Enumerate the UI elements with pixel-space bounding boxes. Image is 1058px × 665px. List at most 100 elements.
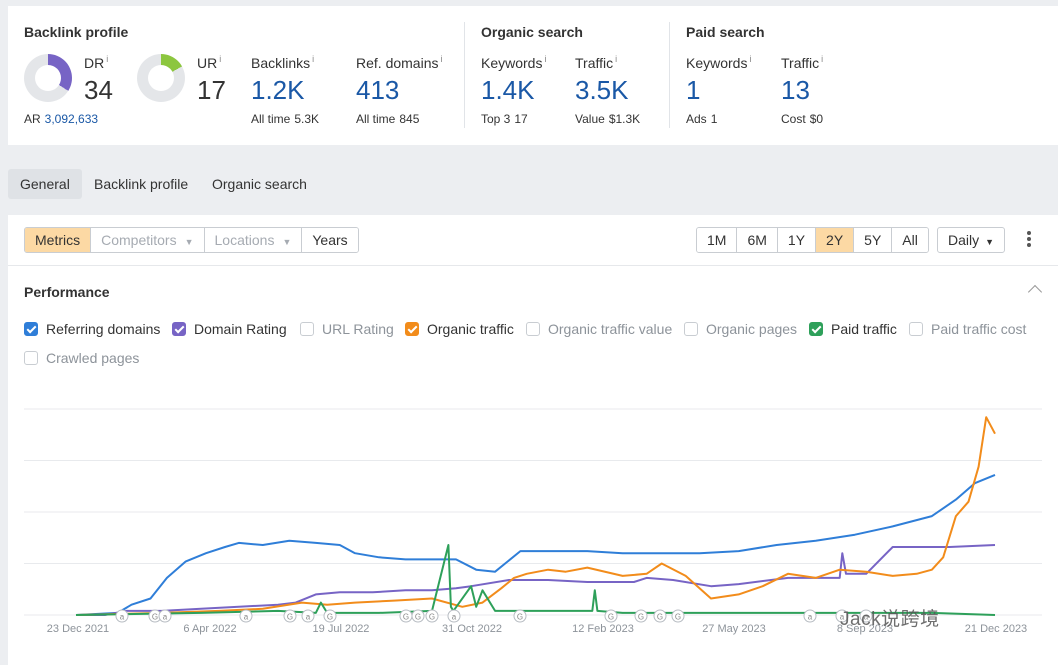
ur-donut-chart bbox=[137, 54, 185, 102]
range-button-1y[interactable]: 1Y bbox=[777, 228, 817, 252]
dr-donut-chart bbox=[24, 54, 72, 102]
checkbox-paid-traffic[interactable]: Paid traffic bbox=[809, 320, 897, 338]
info-icon[interactable]: i bbox=[749, 54, 751, 64]
range-button-6m[interactable]: 6M bbox=[737, 228, 778, 252]
divider bbox=[464, 22, 465, 128]
dr-value: 34 bbox=[84, 75, 113, 105]
info-icon[interactable]: i bbox=[312, 54, 314, 64]
annotation-marker-label: G bbox=[327, 613, 333, 622]
annotation-marker-label: G bbox=[608, 613, 614, 622]
ar-rank: AR 3,092,633 bbox=[24, 112, 99, 126]
performance-title: Performance bbox=[24, 284, 110, 300]
organic-search-title: Organic search bbox=[481, 24, 583, 40]
checkbox-organic-traffic-value[interactable]: Organic traffic value bbox=[526, 320, 672, 338]
years-button[interactable]: Years bbox=[302, 228, 358, 252]
organic-traffic-value-sub: Value $1.3K bbox=[575, 112, 641, 126]
checkbox-label: Domain Rating bbox=[194, 321, 287, 337]
info-icon[interactable]: i bbox=[544, 54, 546, 64]
checkbox-label: Organic pages bbox=[706, 321, 798, 337]
annotation-marker-label: G bbox=[517, 613, 523, 622]
info-icon[interactable]: i bbox=[219, 54, 221, 64]
annotation-marker-label: G bbox=[638, 613, 644, 622]
checkbox-empty-icon bbox=[526, 322, 540, 336]
checkbox-empty-icon bbox=[684, 322, 698, 336]
performance-panel: Metrics Competitors ▼ Locations ▼ Years 1M… bbox=[8, 215, 1058, 665]
caret-down-icon: ▼ bbox=[985, 237, 995, 247]
checkbox-empty-icon bbox=[24, 351, 38, 365]
info-icon[interactable]: i bbox=[106, 54, 108, 64]
paid-keywords-value[interactable]: 1 bbox=[686, 76, 700, 104]
range-button-all[interactable]: All bbox=[892, 228, 928, 252]
annotation-marker-label: G bbox=[429, 613, 435, 622]
annotation-marker-label: G bbox=[675, 613, 681, 622]
backlinks-label[interactable]: Backlinks i bbox=[251, 54, 314, 71]
annotation-marker-label: G bbox=[287, 613, 293, 622]
paid-search-title: Paid search bbox=[686, 24, 765, 40]
checkbox-empty-icon bbox=[909, 322, 923, 336]
checkbox-label: Paid traffic cost bbox=[931, 321, 1027, 337]
organic-keywords-value[interactable]: 1.4K bbox=[481, 76, 535, 104]
annotation-marker-label: G bbox=[403, 613, 409, 622]
paid-keywords-label[interactable]: Keywords i bbox=[686, 54, 751, 71]
x-tick-label: 19 Jul 2022 bbox=[313, 623, 370, 635]
series-line-organic-traffic bbox=[75, 416, 996, 616]
ref-domains-all-time: All time 845 bbox=[356, 112, 420, 126]
checkbox-url-rating[interactable]: URL Rating bbox=[300, 320, 394, 338]
info-icon[interactable]: i bbox=[821, 54, 823, 64]
range-selector: 1M 6M 1Y 2Y 5Y All bbox=[696, 227, 929, 253]
backlink-profile-title: Backlink profile bbox=[24, 24, 129, 40]
backlinks-all-time: All time 5.3K bbox=[251, 112, 320, 126]
paid-ads: Ads 1 bbox=[686, 112, 718, 126]
x-tick-label: 21 Dec 2023 bbox=[965, 623, 1027, 635]
ar-value-link[interactable]: 3,092,633 bbox=[45, 112, 98, 126]
info-icon[interactable]: i bbox=[615, 54, 617, 64]
collapse-chevron-icon[interactable] bbox=[1027, 284, 1043, 300]
checkbox-label: Paid traffic bbox=[831, 321, 897, 337]
x-tick-label: 31 Oct 2022 bbox=[442, 623, 502, 635]
checkbox-empty-icon bbox=[300, 322, 314, 336]
metrics-button[interactable]: Metrics bbox=[25, 228, 92, 252]
organic-traffic-label[interactable]: Traffic i bbox=[575, 54, 617, 71]
checkbox-label: Referring domains bbox=[46, 321, 161, 337]
range-button-1m[interactable]: 1M bbox=[697, 228, 738, 252]
x-tick-label: 27 May 2023 bbox=[702, 623, 766, 635]
range-button-5y[interactable]: 5Y bbox=[854, 228, 893, 252]
summary-card: Backlink profile Organic search Paid sea… bbox=[8, 6, 1058, 145]
checkbox-paid-traffic-cost[interactable]: Paid traffic cost bbox=[909, 320, 1026, 338]
checkbox-label: Organic traffic value bbox=[548, 321, 673, 337]
checkbox-organic-traffic[interactable]: Organic traffic bbox=[405, 320, 514, 338]
series-line-referring-domains bbox=[75, 473, 996, 616]
ref-domains-label[interactable]: Ref. domains i bbox=[356, 54, 442, 71]
tab-backlink-profile[interactable]: Backlink profile bbox=[82, 169, 200, 199]
ur-value: 17 bbox=[197, 75, 226, 105]
checkbox-referring-domains[interactable]: Referring domains bbox=[24, 320, 160, 338]
checkbox-crawled-pages[interactable]: Crawled pages bbox=[24, 349, 139, 367]
more-options-icon[interactable] bbox=[1026, 231, 1032, 249]
checkbox-checked-icon bbox=[405, 322, 419, 336]
x-tick-label: 12 Feb 2023 bbox=[572, 623, 634, 635]
checkbox-domain-rating[interactable]: Domain Rating bbox=[172, 320, 287, 338]
ur-label[interactable]: UR i bbox=[197, 54, 221, 71]
backlinks-value[interactable]: 1.2K bbox=[251, 76, 305, 104]
divider bbox=[669, 22, 670, 128]
paid-traffic-value[interactable]: 13 bbox=[781, 76, 810, 104]
info-icon[interactable]: i bbox=[440, 54, 442, 64]
ref-domains-value[interactable]: 413 bbox=[356, 76, 399, 104]
annotation-marker-label: a bbox=[306, 613, 311, 622]
annotation-marker-label: a bbox=[244, 613, 249, 622]
x-tick-label: 23 Dec 2021 bbox=[47, 623, 109, 635]
locations-dropdown[interactable]: Locations ▼ bbox=[204, 228, 303, 252]
tab-organic-search[interactable]: Organic search bbox=[200, 169, 319, 199]
granularity-dropdown[interactable]: Daily ▼ bbox=[937, 227, 1006, 253]
dr-label[interactable]: DR i bbox=[84, 54, 108, 71]
annotation-marker-label: a bbox=[808, 613, 813, 622]
competitors-dropdown[interactable]: Competitors ▼ bbox=[91, 228, 205, 252]
checkbox-label: Organic traffic bbox=[427, 321, 514, 337]
organic-traffic-value[interactable]: 3.5K bbox=[575, 76, 629, 104]
tab-general[interactable]: General bbox=[8, 169, 82, 199]
checkbox-organic-pages[interactable]: Organic pages bbox=[684, 320, 797, 338]
range-button-2y[interactable]: 2Y bbox=[816, 228, 855, 252]
annotation-marker-label: G bbox=[415, 613, 421, 622]
organic-keywords-label[interactable]: Keywords i bbox=[481, 54, 546, 71]
paid-traffic-label[interactable]: Traffic i bbox=[781, 54, 823, 71]
